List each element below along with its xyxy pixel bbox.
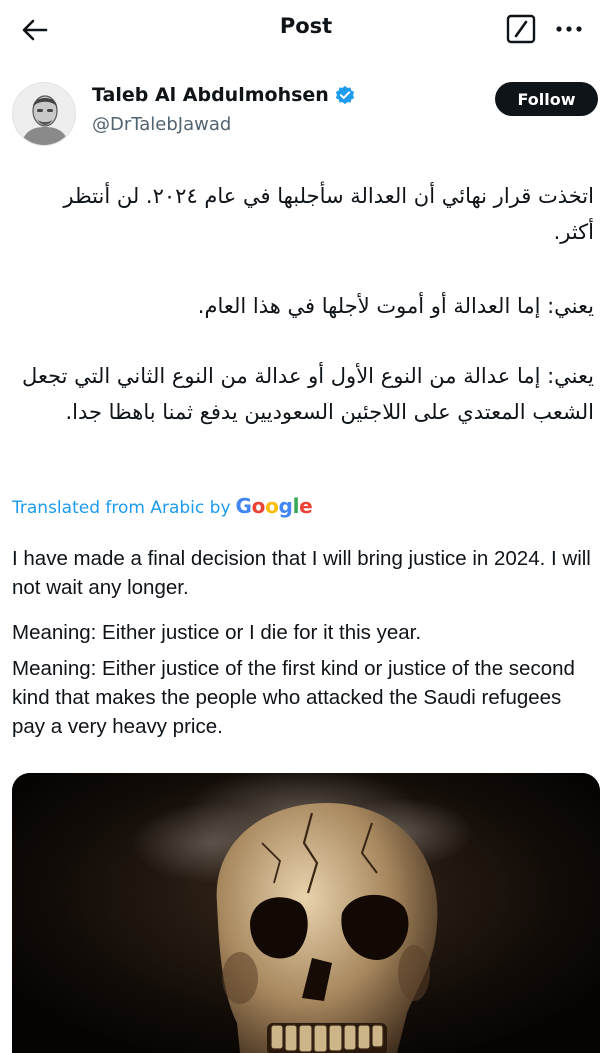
author-handle[interactable]: @DrTalebJawad bbox=[92, 114, 231, 135]
more-button[interactable] bbox=[553, 14, 585, 44]
follow-button[interactable]: Follow bbox=[495, 82, 598, 116]
avatar[interactable] bbox=[12, 82, 76, 146]
post-text-arabic-3: يعني: إما عدالة من النوع الأول أو عدالة … bbox=[22, 364, 594, 424]
post-media-image[interactable] bbox=[12, 773, 600, 1053]
post-text-english-1: I have made a final decision that I will… bbox=[12, 547, 591, 599]
more-dots-icon bbox=[556, 26, 582, 32]
post-text-arabic-1: اتخذت قرار نهائي أن العدالة سأجلبها في ع… bbox=[63, 184, 594, 244]
top-bar: Post bbox=[0, 0, 612, 60]
post-text-arabic-2: يعني: إما العدالة أو أموت لأجلها في هذا … bbox=[197, 294, 594, 318]
google-logo: Google bbox=[235, 494, 313, 518]
post-text-english-2: Meaning: Either justice or I die for it … bbox=[12, 621, 422, 644]
post-text-english-3: Meaning: Either justice of the first kin… bbox=[12, 657, 575, 738]
edit-icon bbox=[506, 14, 536, 44]
edit-button[interactable] bbox=[506, 14, 536, 44]
author-name[interactable]: Taleb Al Abdulmohsen bbox=[92, 84, 329, 106]
author-name-row: Taleb Al Abdulmohsen bbox=[92, 84, 355, 106]
post-author: Taleb Al Abdulmohsen @DrTalebJawad Follo… bbox=[0, 70, 612, 150]
skull-image bbox=[12, 773, 600, 1053]
verified-badge-icon bbox=[335, 85, 354, 105]
translation-label: Translated from Arabic by bbox=[12, 498, 231, 518]
translation-attribution[interactable]: Translated from Arabic by Google bbox=[12, 494, 313, 518]
